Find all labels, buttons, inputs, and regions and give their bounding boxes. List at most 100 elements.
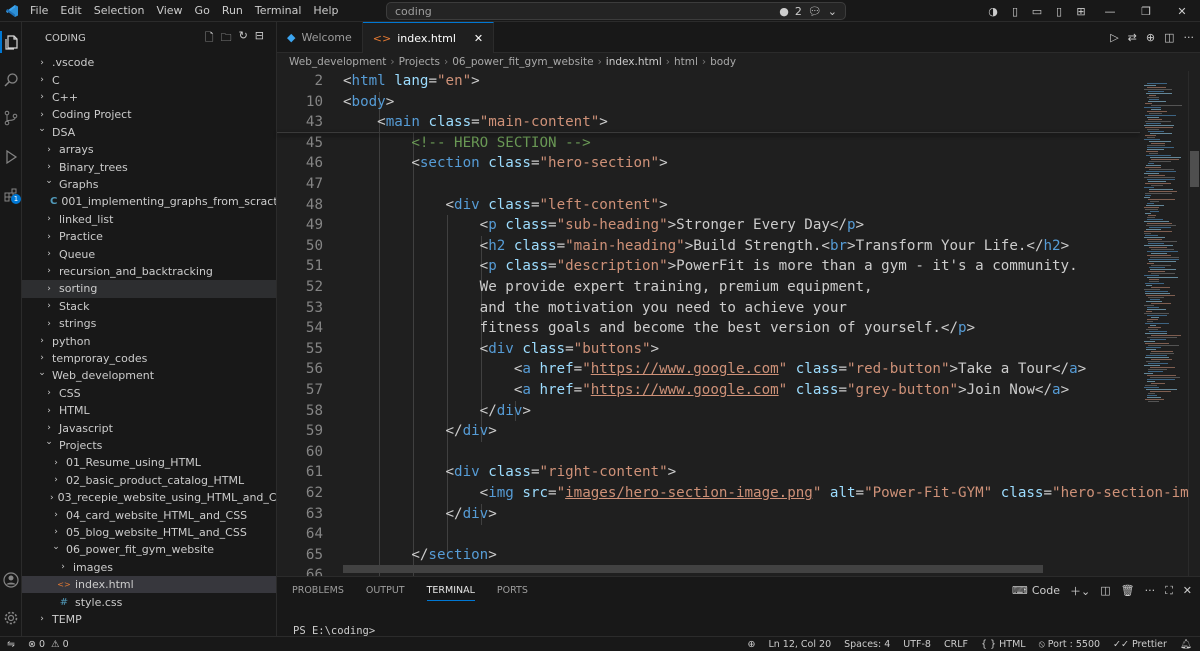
warnings-status[interactable]: ⚠ 0	[51, 639, 69, 650]
indentation[interactable]: Spaces: 4	[844, 639, 890, 650]
code-line[interactable]: 55 <div class="buttons">	[277, 339, 1140, 360]
menu-item-view[interactable]: View	[150, 0, 188, 22]
tree-item[interactable]: › Javascript	[22, 419, 276, 436]
code-line[interactable]: 60	[277, 442, 1140, 463]
breadcrumb-item[interactable]: Web_development	[289, 56, 386, 68]
breadcrumb-item[interactable]: body	[710, 56, 736, 68]
run-debug-icon[interactable]	[0, 146, 22, 168]
toggle-primary-sidebar-icon[interactable]: ▯	[1004, 5, 1026, 18]
tree-item[interactable]: ⌄ Projects	[22, 437, 276, 454]
remote-indicator-icon[interactable]: ⇋	[0, 637, 22, 651]
scrollbar-thumb[interactable]	[1190, 151, 1199, 187]
terminal-shell-label[interactable]: Code	[1032, 584, 1060, 597]
code-line[interactable]: 64	[277, 524, 1140, 545]
vertical-scrollbar[interactable]	[1188, 71, 1200, 576]
code-line[interactable]: 61 <div class="right-content">	[277, 462, 1140, 483]
tree-item[interactable]: C001_implementing_graphs_from_scracth.cp…	[22, 193, 276, 210]
breadcrumb-item[interactable]: Projects	[399, 56, 440, 68]
menu-item-run[interactable]: Run	[216, 0, 249, 22]
breadcrumb-item[interactable]: 06_power_fit_gym_website	[452, 56, 593, 68]
account-icon[interactable]	[0, 569, 22, 591]
tree-item[interactable]: › 04_card_website_HTML_and_CSS	[22, 506, 276, 523]
tree-item[interactable]: › Coding Project	[22, 106, 276, 123]
account-icon[interactable]: ◑	[982, 5, 1004, 18]
new-file-icon[interactable]: 🗋︎	[205, 29, 214, 48]
code-line[interactable]: 48 <div class="left-content">	[277, 195, 1140, 216]
code-line[interactable]: 63 </div>	[277, 504, 1140, 525]
chat-icon[interactable]: 💬︎	[808, 5, 822, 18]
toggle-secondary-sidebar-icon[interactable]: ▯	[1048, 5, 1070, 18]
split-editor-icon[interactable]: ◫	[1164, 31, 1174, 44]
code-line[interactable]: 50 <h2 class="main-heading">Build Streng…	[277, 236, 1140, 257]
kill-terminal-icon[interactable]: 🗑︎	[1121, 584, 1135, 597]
copilot-icon[interactable]: ●	[779, 5, 789, 18]
tree-item[interactable]: › 02_basic_product_catalog_HTML	[22, 472, 276, 489]
restore-icon[interactable]: ❐	[1128, 5, 1164, 18]
tree-item[interactable]: › Practice	[22, 228, 276, 245]
close-panel-icon[interactable]: ✕	[1183, 584, 1192, 597]
live-server-port[interactable]: ⦸ Port : 5500	[1039, 639, 1100, 650]
zoom-icon[interactable]: ⊕	[747, 639, 755, 650]
panel-tab-ports[interactable]: PORTS	[497, 585, 528, 596]
refresh-icon[interactable]: ↻	[239, 29, 248, 48]
tab-index-html[interactable]: <> index.html ✕	[362, 22, 495, 53]
command-center-search[interactable]: coding ● 2 💬︎ ⌄	[386, 2, 846, 20]
menu-item-help[interactable]: Help	[307, 0, 344, 22]
language-mode[interactable]: { } HTML	[981, 639, 1026, 650]
tree-item[interactable]: › images	[22, 559, 276, 576]
menu-item-file[interactable]: File	[24, 0, 54, 22]
tree-item[interactable]: › strings	[22, 315, 276, 332]
minimize-icon[interactable]: —	[1092, 5, 1128, 18]
tree-item[interactable]: › 05_blog_website_HTML_and_CSS	[22, 524, 276, 541]
explorer-icon[interactable]	[0, 31, 22, 53]
code-line[interactable]: 65 </section>	[277, 545, 1140, 566]
end-of-line[interactable]: CRLF	[944, 639, 968, 650]
code-line[interactable]: 47	[277, 174, 1140, 195]
split-terminal-icon[interactable]: ◫	[1100, 584, 1110, 597]
prettier-status[interactable]: ✓✓ Prettier	[1113, 639, 1167, 650]
code-line[interactable]: 54 fitness goals and become the best ver…	[277, 318, 1140, 339]
tree-item[interactable]: › arrays	[22, 141, 276, 158]
more-actions-icon[interactable]: ···	[1184, 31, 1195, 44]
new-folder-icon[interactable]: 🗀︎	[221, 29, 232, 48]
tree-item[interactable]: › Binary_trees	[22, 158, 276, 175]
code-line[interactable]: 56 <a href="https://www.google.com" clas…	[277, 359, 1140, 380]
customize-layout-icon[interactable]: ⊞	[1070, 5, 1092, 18]
code-line[interactable]: 49 <p class="sub-heading">Stronger Every…	[277, 215, 1140, 236]
code-line[interactable]: 53 and the motivation you need to achiev…	[277, 298, 1140, 319]
new-terminal-icon[interactable]: ＋⌄	[1070, 583, 1090, 599]
collapse-all-icon[interactable]: ⊟	[255, 29, 264, 48]
menu-item-selection[interactable]: Selection	[88, 0, 151, 22]
run-file-icon[interactable]: ▷	[1110, 31, 1118, 44]
tree-item[interactable]: ⌄ DSA	[22, 124, 276, 141]
breadcrumb-item[interactable]: index.html	[606, 56, 662, 68]
chevron-down-icon[interactable]: ⌄	[828, 5, 837, 18]
tree-item[interactable]: › Queue	[22, 245, 276, 262]
search-icon[interactable]	[0, 69, 22, 91]
tree-item[interactable]: › temproray_codes	[22, 350, 276, 367]
tree-item[interactable]: › recursion_and_backtracking	[22, 263, 276, 280]
code-line[interactable]: 57 <a href="https://www.google.com" clas…	[277, 380, 1140, 401]
cursor-position[interactable]: Ln 12, Col 20	[768, 639, 831, 650]
code-line[interactable]: 59 </div>	[277, 421, 1140, 442]
tree-item[interactable]: ⌄ Web_development	[22, 367, 276, 384]
tree-item[interactable]: › CSS	[22, 385, 276, 402]
tree-item[interactable]: # style.css	[22, 593, 276, 610]
tree-item[interactable]: › 01_Resume_using_HTML	[22, 454, 276, 471]
tree-item[interactable]: ⌄ Graphs	[22, 176, 276, 193]
notifications-bell-icon[interactable]: 🔔︎	[1180, 639, 1192, 650]
tree-item[interactable]: › C++	[22, 89, 276, 106]
tree-item[interactable]: › 03_recepie_website_using_HTML_and_CSS	[22, 489, 276, 506]
more-actions-icon[interactable]: ···	[1145, 584, 1156, 597]
minimap[interactable]	[1140, 71, 1188, 576]
compare-icon[interactable]: ⇄	[1128, 31, 1137, 44]
code-line[interactable]: 10 <body>	[277, 92, 1140, 113]
code-line[interactable]: 2 <html lang="en">	[277, 71, 1140, 92]
code-line[interactable]: 58 </div>	[277, 401, 1140, 422]
menu-item-terminal[interactable]: Terminal	[249, 0, 308, 22]
tree-item[interactable]: › .vscode	[22, 54, 276, 71]
code-line[interactable]: 51 <p class="description">PowerFit is mo…	[277, 256, 1140, 277]
code-line[interactable]: 43 <main class="main-content">	[277, 112, 1140, 133]
errors-status[interactable]: ⊗ 0	[28, 639, 45, 650]
code-editor[interactable]: 2 <html lang="en"> 10 <body> 43 <main class=…	[277, 71, 1200, 583]
